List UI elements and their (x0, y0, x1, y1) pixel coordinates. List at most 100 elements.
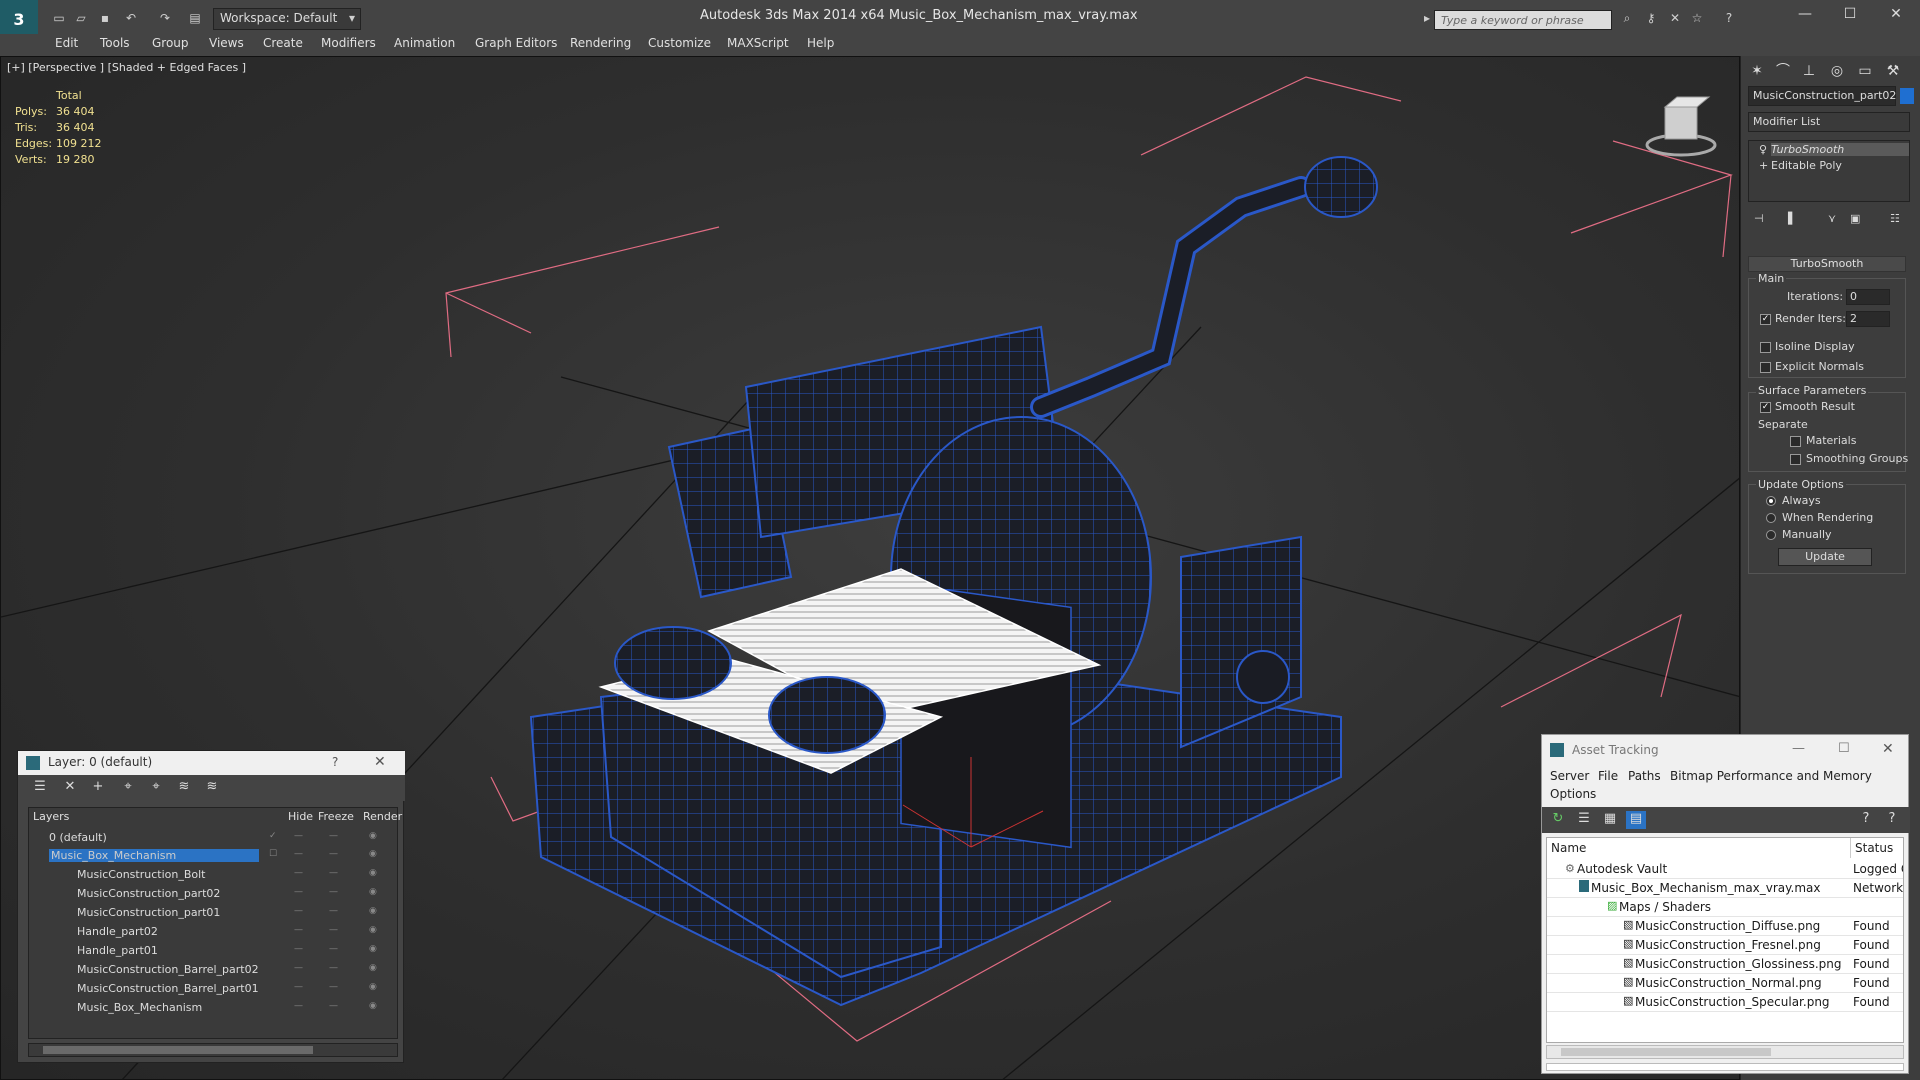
render-toggle[interactable]: ◉ (369, 868, 377, 878)
new-file-icon[interactable]: ▭ (50, 10, 68, 26)
communication-icon[interactable]: ✕ (1666, 10, 1684, 26)
bulb-icon[interactable]: ♀ (1759, 143, 1767, 156)
close-icon[interactable]: ✕ (1884, 6, 1908, 26)
menu-views[interactable]: Views (209, 36, 244, 50)
object-color-swatch[interactable] (1900, 88, 1914, 104)
freeze-toggle[interactable]: — (329, 982, 338, 992)
asset-menu-file[interactable]: File (1598, 769, 1618, 783)
stack-item-editable-poly[interactable]: Editable Poly (1771, 159, 1842, 172)
refresh-icon[interactable]: ↻ (1548, 811, 1568, 829)
asset-row[interactable]: Autodesk Vault Logged O (1547, 860, 1903, 879)
layer-row[interactable]: MusicConstruction_Barrel_part01 — — ◉ (29, 979, 399, 998)
freeze-toggle[interactable]: — (329, 963, 338, 973)
help-icon[interactable]: ? (1720, 10, 1738, 26)
thumbnail-view-icon[interactable]: ▦ (1600, 811, 1620, 829)
hide-all-icon[interactable]: ≋ (174, 779, 194, 797)
render-toggle[interactable]: ◉ (369, 831, 377, 841)
hide-toggle[interactable]: — (294, 849, 303, 859)
plus-icon[interactable]: + (1759, 159, 1768, 172)
configure-sets-icon[interactable]: ☷ (1890, 212, 1900, 225)
layer-row[interactable]: Handle_part02 — — ◉ (29, 922, 399, 941)
select-layer-icon[interactable]: ⌖ (146, 779, 166, 797)
minimize-icon[interactable]: — (1792, 741, 1805, 756)
create-tab-icon[interactable]: ✶ (1745, 60, 1769, 82)
workspace-chevron-icon[interactable]: ▾ (343, 10, 361, 26)
asset-menu-bitmap[interactable]: Bitmap Performance and Memory (1670, 769, 1872, 783)
favorites-star-icon[interactable]: ☆ (1688, 10, 1706, 26)
help-query-icon[interactable]: ? (1856, 811, 1876, 829)
asset-row[interactable]: Maps / Shaders (1547, 898, 1903, 917)
explicit-normals-checkbox[interactable] (1760, 362, 1771, 373)
layer-row[interactable]: Music_Box_Mechanism — — ◉ (29, 998, 399, 1017)
layer-row[interactable]: MusicConstruction_part01 — — ◉ (29, 903, 399, 922)
freeze-toggle[interactable]: — (329, 1001, 338, 1011)
menu-edit[interactable]: Edit (55, 36, 78, 50)
scrollbar-thumb[interactable] (1561, 1048, 1771, 1056)
render-iters-checkbox[interactable]: ✓ (1760, 314, 1771, 325)
layer-row[interactable]: Music_Box_Mechanism ☐ — — ◉ (29, 846, 399, 865)
always-radio[interactable] (1766, 496, 1776, 506)
binoculars-icon[interactable]: ⌕ (1618, 10, 1636, 26)
asset-row[interactable]: Music_Box_Mechanism_max_vray.max Network (1547, 879, 1903, 898)
render-toggle[interactable]: ◉ (369, 906, 377, 916)
layer-horizontal-scrollbar[interactable] (28, 1043, 398, 1057)
asset-row[interactable]: MusicConstruction_Fresnel.png Found (1547, 936, 1903, 955)
render-toggle[interactable]: ◉ (369, 1001, 377, 1011)
add-to-layer-icon[interactable]: + (88, 779, 108, 797)
asset-row[interactable]: MusicConstruction_Diffuse.png Found (1547, 917, 1903, 936)
app-logo-icon[interactable]: 3 (0, 0, 38, 38)
hide-toggle[interactable]: — (294, 963, 303, 973)
list-view-icon[interactable]: ☰ (1574, 811, 1594, 829)
menu-animation[interactable]: Animation (394, 36, 455, 50)
render-header[interactable]: Render (363, 808, 402, 826)
settings-help-icon[interactable]: ? (1882, 811, 1902, 829)
freeze-toggle[interactable]: — (329, 887, 338, 897)
iterations-spinner[interactable]: 0 (1846, 289, 1890, 305)
hierarchy-tab-icon[interactable]: ⊥ (1797, 60, 1821, 82)
asset-menu-server[interactable]: Server (1550, 769, 1589, 783)
asset-menu-options[interactable]: Options (1550, 787, 1596, 801)
workspace-dropdown[interactable]: Workspace: Default (213, 8, 361, 30)
key-icon[interactable]: ⚷ (1642, 10, 1660, 26)
materials-checkbox[interactable] (1790, 436, 1801, 447)
bolt[interactable] (768, 676, 886, 754)
hide-toggle[interactable]: — (294, 831, 303, 841)
redo-icon[interactable]: ↷ (156, 10, 174, 26)
layer-row[interactable]: MusicConstruction_part02 — — ◉ (29, 884, 399, 903)
open-file-icon[interactable]: ▱ (72, 10, 90, 26)
layer-close-icon[interactable]: ✕ (374, 754, 386, 770)
layer-row[interactable]: MusicConstruction_Barrel_part02 — — ◉ (29, 960, 399, 979)
asset-row[interactable]: MusicConstruction_Glossiness.png Found (1547, 955, 1903, 974)
layer-row[interactable]: 0 (default) ✓ — — ◉ (29, 828, 399, 847)
delete-layer-icon[interactable]: ✕ (60, 779, 80, 797)
hide-toggle[interactable]: — (294, 868, 303, 878)
stack-item-turbosmooth[interactable]: TurboSmooth (1771, 143, 1909, 156)
modifier-list-dropdown[interactable]: Modifier List (1748, 112, 1910, 132)
freeze-toggle[interactable]: — (329, 849, 338, 859)
undo-icon[interactable]: ↶ (122, 10, 140, 26)
make-unique-icon[interactable]: ⋎ (1828, 212, 1836, 225)
freeze-toggle[interactable]: — (329, 944, 338, 954)
table-view-icon[interactable]: ▤ (1626, 811, 1646, 829)
hide-toggle[interactable]: — (294, 925, 303, 935)
hide-toggle[interactable]: — (294, 1001, 303, 1011)
menu-customize[interactable]: Customize (648, 36, 711, 50)
display-tab-icon[interactable]: ▭ (1853, 60, 1877, 82)
object-name-field[interactable]: MusicConstruction_part02 (1748, 86, 1896, 106)
asset-row[interactable]: MusicConstruction_Specular.png Found (1547, 993, 1903, 1012)
project-folder-icon[interactable]: ▤ (186, 10, 204, 26)
menu-help[interactable]: Help (807, 36, 834, 50)
utilities-tab-icon[interactable]: ⚒ (1881, 60, 1905, 82)
maximize-icon[interactable]: ☐ (1838, 6, 1862, 26)
show-end-result-icon[interactable]: ▌ (1788, 212, 1796, 225)
status-column-header[interactable]: Status (1851, 838, 1903, 858)
freeze-toggle[interactable]: — (329, 868, 338, 878)
update-button[interactable]: Update (1778, 548, 1872, 566)
select-objects-icon[interactable]: ⌖ (118, 779, 138, 797)
menu-rendering[interactable]: Rendering (570, 36, 631, 50)
render-toggle[interactable]: ◉ (369, 944, 377, 954)
scrollbar-thumb[interactable] (43, 1046, 313, 1054)
modify-tab-icon[interactable]: ⌒ (1771, 60, 1795, 82)
render-toggle[interactable]: ◉ (369, 982, 377, 992)
freeze-header[interactable]: Freeze (318, 808, 354, 826)
